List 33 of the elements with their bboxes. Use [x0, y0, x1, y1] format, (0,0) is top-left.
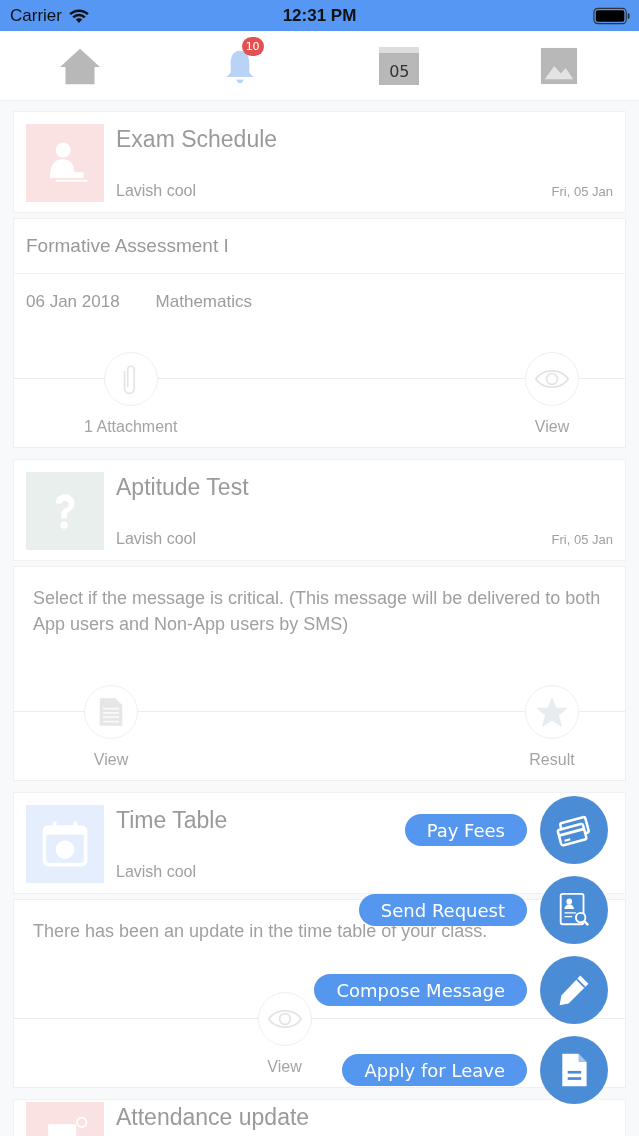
feed-card[interactable]: Attendance update — [13, 1099, 626, 1136]
eye-icon — [266, 1008, 303, 1030]
exam-date: 06 Jan 2018 — [26, 292, 120, 312]
clock: 12:31 PM — [282, 5, 357, 26]
tab[interactable]: 10 — [159, 31, 320, 100]
author-name: Lavish cool — [116, 182, 197, 200]
wifi-icon — [67, 7, 90, 24]
menu-option-button[interactable]: Compose Message — [314, 974, 527, 1006]
menu-option-button[interactable]: Pay Fees — [404, 814, 527, 846]
post-date: Fri, 05 Jan — [551, 532, 613, 547]
picture-icon — [540, 46, 579, 85]
author-name: Lavish cool — [116, 530, 197, 548]
subject-name: Mathematics — [155, 292, 252, 312]
assessment-title: Formative Assessment I — [14, 219, 625, 274]
eye-icon — [534, 368, 570, 390]
card-title: Attendance update — [116, 1104, 310, 1131]
tab[interactable]: 05 — [319, 31, 480, 100]
menu-option-button[interactable]: Apply for Leave — [342, 1054, 527, 1086]
card-title: Time Table — [116, 807, 228, 834]
calendar-icon: 05 — [379, 46, 420, 85]
card-title: Aptitude Test — [116, 474, 249, 501]
post-date: Fri, 05 Jan — [551, 184, 613, 199]
notification-badge: 10 — [241, 37, 264, 56]
carrier-label: Carrier — [10, 5, 62, 26]
document-icon — [98, 696, 124, 728]
message-text: Select if the message is critical. (This message will be delivered to both App users and Non-App users by SMS) — [33, 587, 602, 636]
author-name: Lavish cool — [116, 863, 197, 881]
card-title: Exam Schedule — [116, 126, 278, 153]
star-icon — [535, 695, 569, 729]
battery-icon — [593, 6, 631, 25]
feed-card[interactable]: Aptitude Test Lavish cool Fri, 05 Jan — [13, 459, 626, 561]
feed-card[interactable]: Exam Schedule Lavish cool Fri, 05 Jan — [13, 111, 626, 213]
attachment-button[interactable]: 1 Attachment — [84, 352, 178, 447]
